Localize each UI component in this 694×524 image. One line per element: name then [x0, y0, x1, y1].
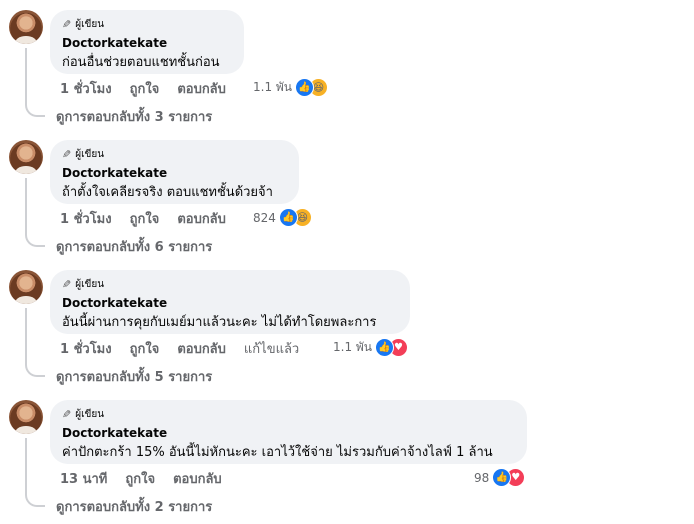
comment-thread: ✎ ผู้เขียน Doctorkatekate ถ้าตั้งใจเคลีย… — [0, 134, 694, 264]
reaction-count: 824 — [253, 210, 276, 225]
comment-actions: 1 ชั่วโมง ถูกใจ ตอบกลับ แก้ไขแล้ว — [60, 338, 317, 359]
view-replies-link[interactable]: ดูการตอบกลับทั้ง 2 รายการ — [56, 496, 212, 517]
comment-time[interactable]: 1 ชั่วโมง — [60, 338, 112, 359]
reaction-count: 1.1 พัน — [253, 80, 293, 94]
reply-connector-line — [25, 438, 45, 507]
view-replies-link[interactable]: ดูการตอบกลับทั้ง 5 รายการ — [56, 366, 212, 387]
author-badge: ✎ ผู้เขียน — [62, 147, 287, 161]
reply-button[interactable]: ตอบกลับ — [177, 208, 226, 229]
comment-text: ก่อนอื่นช่วยตอบแชทชั้นก่อน — [62, 55, 220, 70]
avatar[interactable] — [9, 270, 43, 304]
comment-bubble: ✎ ผู้เขียน Doctorkatekate ก่อนอื่นช่วยตอ… — [50, 10, 244, 74]
reply-button[interactable]: ตอบกลับ — [177, 78, 226, 99]
author-badge-label: ผู้เขียน — [75, 148, 105, 160]
pencil-icon: ✎ — [62, 17, 72, 31]
comment-author-name[interactable]: Doctorkatekate — [62, 166, 287, 181]
view-replies-link[interactable]: ดูการตอบกลับทั้ง 3 รายการ — [56, 106, 212, 127]
like-button[interactable]: ถูกใจ — [130, 208, 160, 229]
author-badge: ✎ ผู้เขียน — [62, 277, 398, 291]
reaction-summary[interactable]: 824 👍 😆 — [253, 208, 312, 227]
reaction-count: 1.1 พัน — [333, 340, 373, 354]
like-button[interactable]: ถูกใจ — [130, 338, 160, 359]
author-badge-label: ผู้เขียน — [75, 278, 105, 290]
edited-label: แก้ไขแล้ว — [243, 342, 300, 357]
like-button[interactable]: ถูกใจ — [130, 78, 160, 99]
comment-thread: ✎ ผู้เขียน Doctorkatekate อันนี้ผ่านการค… — [0, 264, 694, 394]
avatar[interactable] — [9, 140, 43, 174]
reply-connector-line — [25, 48, 45, 117]
reply-button[interactable]: ตอบกลับ — [177, 338, 226, 359]
author-badge-label: ผู้เขียน — [75, 408, 105, 420]
comment-author-name[interactable]: Doctorkatekate — [62, 36, 232, 51]
avatar[interactable] — [9, 400, 43, 434]
author-badge: ✎ ผู้เขียน — [62, 407, 515, 421]
pencil-icon: ✎ — [62, 277, 72, 291]
like-icon: 👍 — [278, 208, 298, 227]
comment-text: ถ้าตั้งใจเคลียรจริง ตอบแชทชั้นด้วยจ้า — [62, 185, 273, 200]
like-icon: 👍 — [375, 338, 395, 357]
comment-bubble: ✎ ผู้เขียน Doctorkatekate ค่าปักตะกร้า 1… — [50, 400, 527, 464]
comment-bubble: ✎ ผู้เขียน Doctorkatekate อันนี้ผ่านการค… — [50, 270, 410, 334]
reply-button[interactable]: ตอบกลับ — [173, 468, 222, 489]
reaction-count: 98 — [474, 470, 490, 485]
comment-time[interactable]: 1 ชั่วโมง — [60, 78, 112, 99]
comment-actions: 1 ชั่วโมง ถูกใจ ตอบกลับ — [60, 78, 244, 99]
comment-author-name[interactable]: Doctorkatekate — [62, 426, 515, 441]
comment-text: ค่าปักตะกร้า 15% อันนี้ไม่หักนะคะ เอาไว้… — [62, 445, 493, 460]
comment-actions: 13 นาที ถูกใจ ตอบกลับ — [60, 468, 240, 489]
reaction-summary[interactable]: 1.1 พัน 👍 ♥ — [333, 338, 409, 357]
comment-time[interactable]: 1 ชั่วโมง — [60, 208, 112, 229]
reaction-summary[interactable]: 98 👍 ♥ — [474, 468, 526, 487]
pencil-icon: ✎ — [62, 407, 72, 421]
like-button[interactable]: ถูกใจ — [125, 468, 155, 489]
comment-thread: ✎ ผู้เขียน Doctorkatekate ก่อนอื่นช่วยตอ… — [0, 4, 694, 134]
comment-thread: ✎ ผู้เขียน Doctorkatekate ค่าปักตะกร้า 1… — [0, 394, 694, 524]
view-replies-link[interactable]: ดูการตอบกลับทั้ง 6 รายการ — [56, 236, 212, 257]
reply-connector-line — [25, 308, 45, 377]
comment-bubble: ✎ ผู้เขียน Doctorkatekate ถ้าตั้งใจเคลีย… — [50, 140, 299, 204]
comment-text: อันนี้ผ่านการคุยกับเมย์มาแล้วนะคะ ไม่ได้… — [62, 315, 377, 330]
comment-actions: 1 ชั่วโมง ถูกใจ ตอบกลับ — [60, 208, 244, 229]
reply-connector-line — [25, 178, 45, 247]
pencil-icon: ✎ — [62, 147, 72, 161]
reaction-summary[interactable]: 1.1 พัน 👍 😆 — [253, 78, 329, 97]
author-badge: ✎ ผู้เขียน — [62, 17, 232, 31]
like-icon: 👍 — [295, 78, 315, 97]
avatar[interactable] — [9, 10, 43, 44]
author-badge-label: ผู้เขียน — [75, 18, 105, 30]
comment-author-name[interactable]: Doctorkatekate — [62, 296, 398, 311]
comment-time[interactable]: 13 นาที — [60, 468, 107, 489]
